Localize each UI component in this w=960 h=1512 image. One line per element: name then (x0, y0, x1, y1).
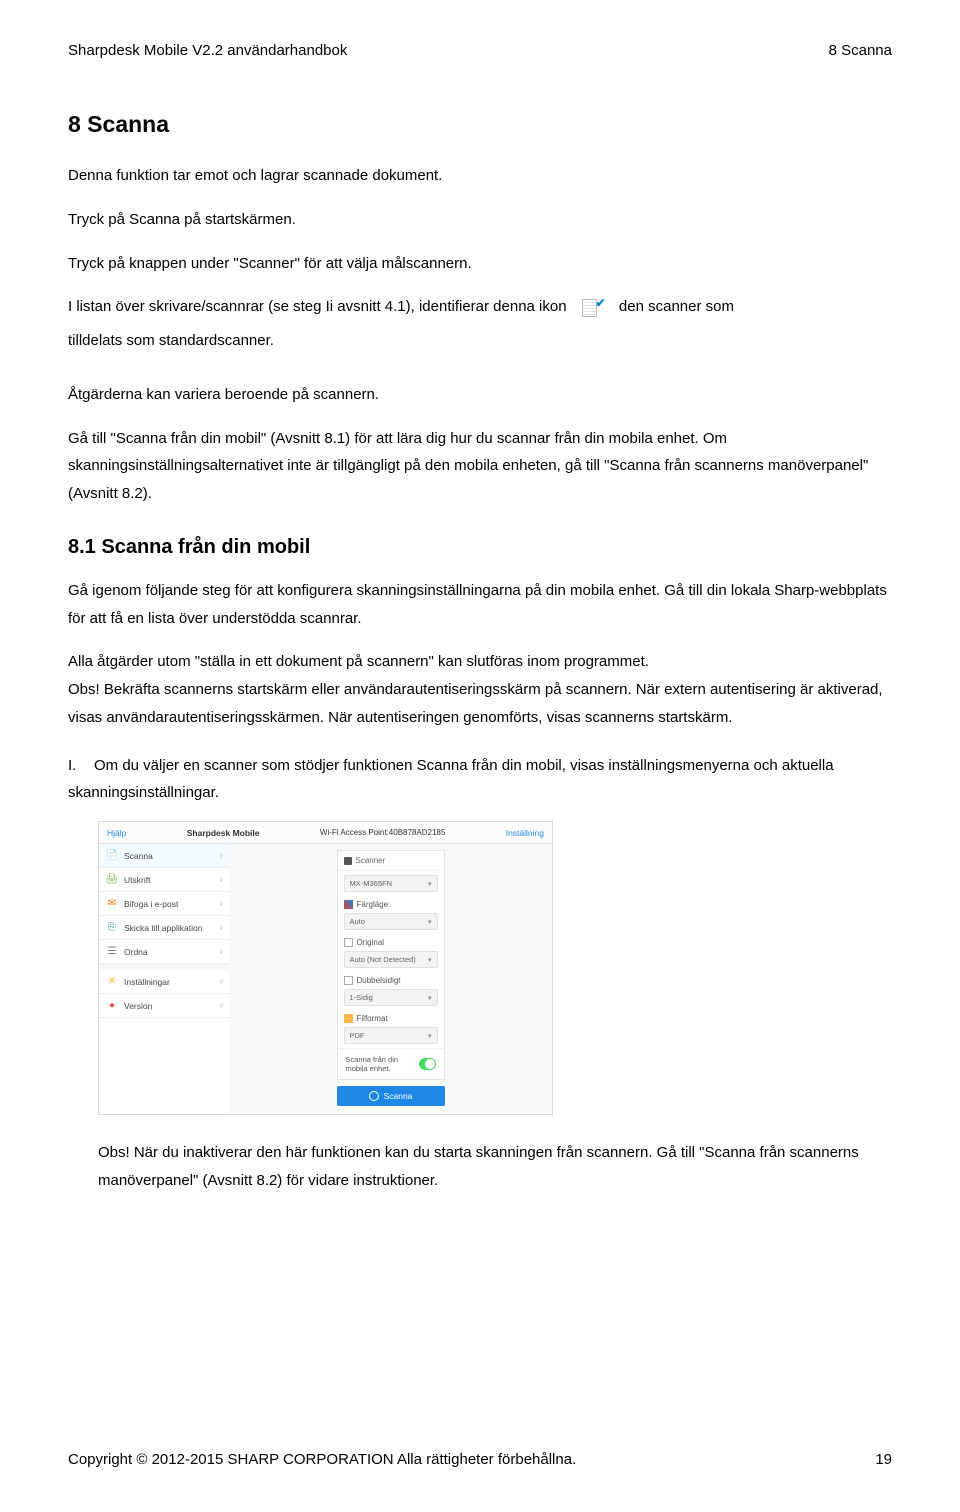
sidebar-item-label: Inställningar (124, 977, 220, 987)
panel-header-label: Scanner (356, 856, 386, 865)
para-4c: tilldelats som standardscanner. (68, 327, 892, 355)
format-label: Filformat (338, 1010, 444, 1023)
para-4: I listan över skrivare/scannrar (se steg… (68, 293, 892, 321)
scan-button-label: Scanna (384, 1091, 413, 1101)
para-8: Alla åtgärder utom "ställa in ett dokume… (68, 648, 892, 676)
toggle-label: Scanna från din mobila enhet. (346, 1055, 420, 1073)
sidebar-item-label: Skicka till applikation (124, 923, 220, 933)
color-swatch-icon (344, 900, 353, 909)
sidebar-item-print[interactable]: 🖨 Utskrift › (99, 868, 229, 892)
scanner-value: MX-M365FN (350, 879, 393, 888)
para-obs: Obs! När du inaktiverar den här funktion… (98, 1139, 892, 1195)
mobile-scan-toggle[interactable] (419, 1058, 435, 1070)
chevron-right-icon: › (220, 946, 223, 957)
caret-down-icon: ▾ (428, 994, 432, 1002)
sidebar-item-label: Utskrift (124, 875, 220, 885)
chevron-right-icon: › (220, 922, 223, 933)
original-dropdown[interactable]: Auto (Not Detected) ▾ (344, 951, 438, 968)
list-marker: I. (68, 752, 94, 780)
page-header: Sharpdesk Mobile V2.2 användarhandbok 8 … (68, 42, 892, 59)
color-mode-label: Färgläge: (338, 896, 444, 909)
scanner-default-icon (579, 294, 607, 320)
para-3: Tryck på knappen under "Scanner" för att… (68, 250, 892, 278)
chevron-right-icon: › (220, 874, 223, 885)
file-icon (344, 1014, 353, 1023)
info-icon: ● (105, 999, 119, 1013)
wifi-label: Wi-Fi Access Point:40B878AD2185 (320, 828, 445, 837)
page-icon (344, 938, 353, 947)
sidebar-item-label: Scanna (124, 851, 220, 861)
caret-down-icon: ▾ (428, 918, 432, 926)
heading-2: 8.1 Scanna från din mobil (68, 536, 892, 559)
color-value: Auto (350, 917, 365, 926)
caret-down-icon: ▾ (428, 956, 432, 964)
scan-icon: 📄 (105, 849, 119, 863)
para-4b: den scanner som (619, 298, 734, 315)
sidebar-item-email[interactable]: ✉ Bifoga i e-post › (99, 892, 229, 916)
sidebar-item-scan[interactable]: 📄 Scanna › (99, 844, 229, 868)
send-icon: ⎘ (105, 921, 119, 935)
app-frame: Hjälp Sharpdesk Mobile Wi-Fi Access Poin… (98, 821, 553, 1115)
list-item-1: I.Om du väljer en scanner som stödjer fu… (68, 752, 892, 808)
caret-down-icon: ▾ (428, 880, 432, 888)
mobile-scan-toggle-row: Scanna från din mobila enhet. (338, 1049, 444, 1079)
duplex-value: 1-Sidig (350, 993, 373, 1002)
sidebar-item-label: Ordna (124, 947, 220, 957)
para-2: Tryck på Scanna på startskärmen. (68, 206, 892, 234)
page-footer: Copyright © 2012-2015 SHARP CORPORATION … (68, 1451, 892, 1468)
footer-page-number: 19 (875, 1451, 892, 1468)
scanner-dropdown[interactable]: MX-M365FN ▾ (344, 875, 438, 892)
help-link[interactable]: Hjälp (107, 828, 126, 838)
sidebar-item-organize[interactable]: ☰ Ordna › (99, 940, 229, 964)
format-dropdown[interactable]: PDF ▾ (344, 1027, 438, 1044)
settings-panel: Scanner MX-M365FN ▾ Färgläge: Auto ▾ (337, 850, 445, 1080)
original-label: Original (338, 934, 444, 947)
chevron-right-icon: › (220, 976, 223, 987)
sidebar-item-label: Version (124, 1001, 220, 1011)
scanner-small-icon (344, 857, 352, 865)
para-4a: I listan över skrivare/scannrar (se steg… (68, 298, 567, 315)
app-body: 📄 Scanna › 🖨 Utskrift › ✉ Bifoga i e-pos… (99, 844, 552, 1114)
organize-icon: ☰ (105, 945, 119, 959)
duplex-label: Dubbelsidigt (338, 972, 444, 985)
sidebar-item-version[interactable]: ● Version › (99, 994, 229, 1018)
list-text: Om du väljer en scanner som stödjer funk… (68, 757, 834, 802)
original-value: Auto (Not Detected) (350, 955, 416, 964)
chevron-right-icon: › (220, 898, 223, 909)
para-9: Obs! Bekräfta scannerns startskärm eller… (68, 676, 892, 732)
scan-circle-icon (369, 1091, 379, 1101)
header-left: Sharpdesk Mobile V2.2 användarhandbok (68, 42, 347, 59)
para-5: Åtgärderna kan variera beroende på scann… (68, 381, 892, 409)
chevron-right-icon: › (220, 1000, 223, 1011)
para-6: Gå till "Scanna från din mobil" (Avsnitt… (68, 425, 892, 508)
app-screenshot: Hjälp Sharpdesk Mobile Wi-Fi Access Poin… (98, 821, 892, 1115)
scan-button[interactable]: Scanna (337, 1086, 445, 1106)
format-value: PDF (350, 1031, 365, 1040)
color-dropdown[interactable]: Auto ▾ (344, 913, 438, 930)
sidebar-item-label: Bifoga i e-post (124, 899, 220, 909)
sidebar-item-send[interactable]: ⎘ Skicka till applikation › (99, 916, 229, 940)
footer-copyright: Copyright © 2012-2015 SHARP CORPORATION … (68, 1451, 576, 1468)
main-area: Scanner MX-M365FN ▾ Färgläge: Auto ▾ (229, 844, 552, 1114)
para-intro: Denna funktion tar emot och lagrar scann… (68, 162, 892, 190)
print-icon: 🖨 (105, 873, 119, 887)
duplex-dropdown[interactable]: 1-Sidig ▾ (344, 989, 438, 1006)
heading-1: 8 Scanna (68, 111, 892, 138)
header-right: 8 Scanna (829, 42, 892, 59)
chevron-right-icon: › (220, 850, 223, 861)
para-7: Gå igenom följande steg för att konfigur… (68, 577, 892, 633)
sidebar-item-settings[interactable]: ✕ Inställningar › (99, 970, 229, 994)
duplex-icon (344, 976, 353, 985)
email-icon: ✉ (105, 897, 119, 911)
caret-down-icon: ▾ (428, 1032, 432, 1040)
app-topbar: Hjälp Sharpdesk Mobile Wi-Fi Access Poin… (99, 822, 552, 844)
panel-header-scanner: Scanner (338, 851, 444, 871)
settings-link[interactable]: Inställning (506, 828, 544, 838)
settings-icon: ✕ (105, 975, 119, 989)
app-title: Sharpdesk Mobile (187, 828, 260, 838)
sidebar: 📄 Scanna › 🖨 Utskrift › ✉ Bifoga i e-pos… (99, 844, 229, 1114)
